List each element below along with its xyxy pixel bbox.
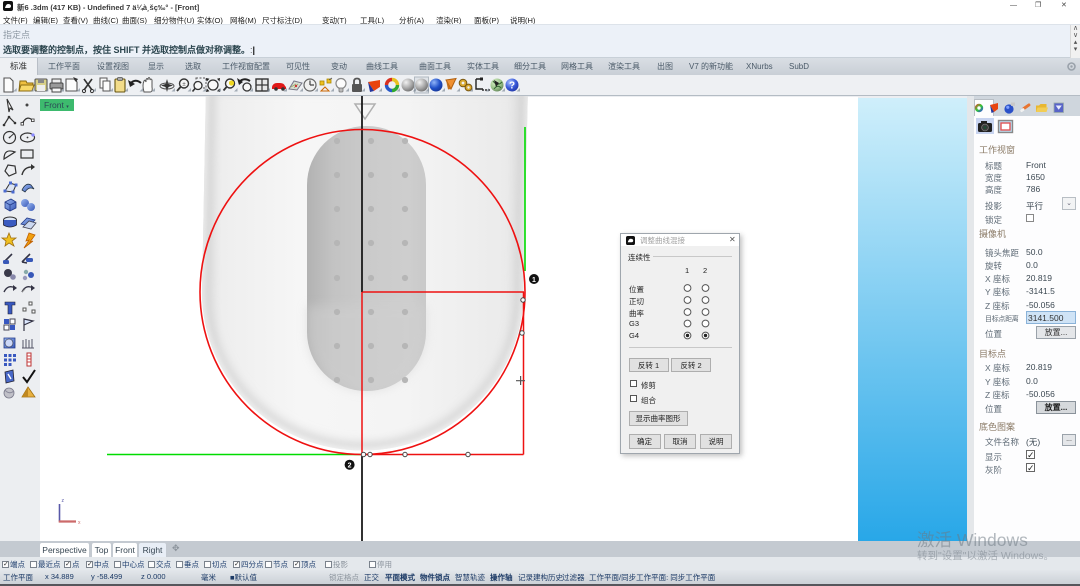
svg-text:2: 2	[348, 463, 352, 470]
svg-text:z: z	[62, 498, 65, 504]
svg-text:?: ?	[509, 81, 515, 92]
svg-text:1: 1	[532, 277, 536, 284]
svg-text:x: x	[78, 520, 81, 526]
